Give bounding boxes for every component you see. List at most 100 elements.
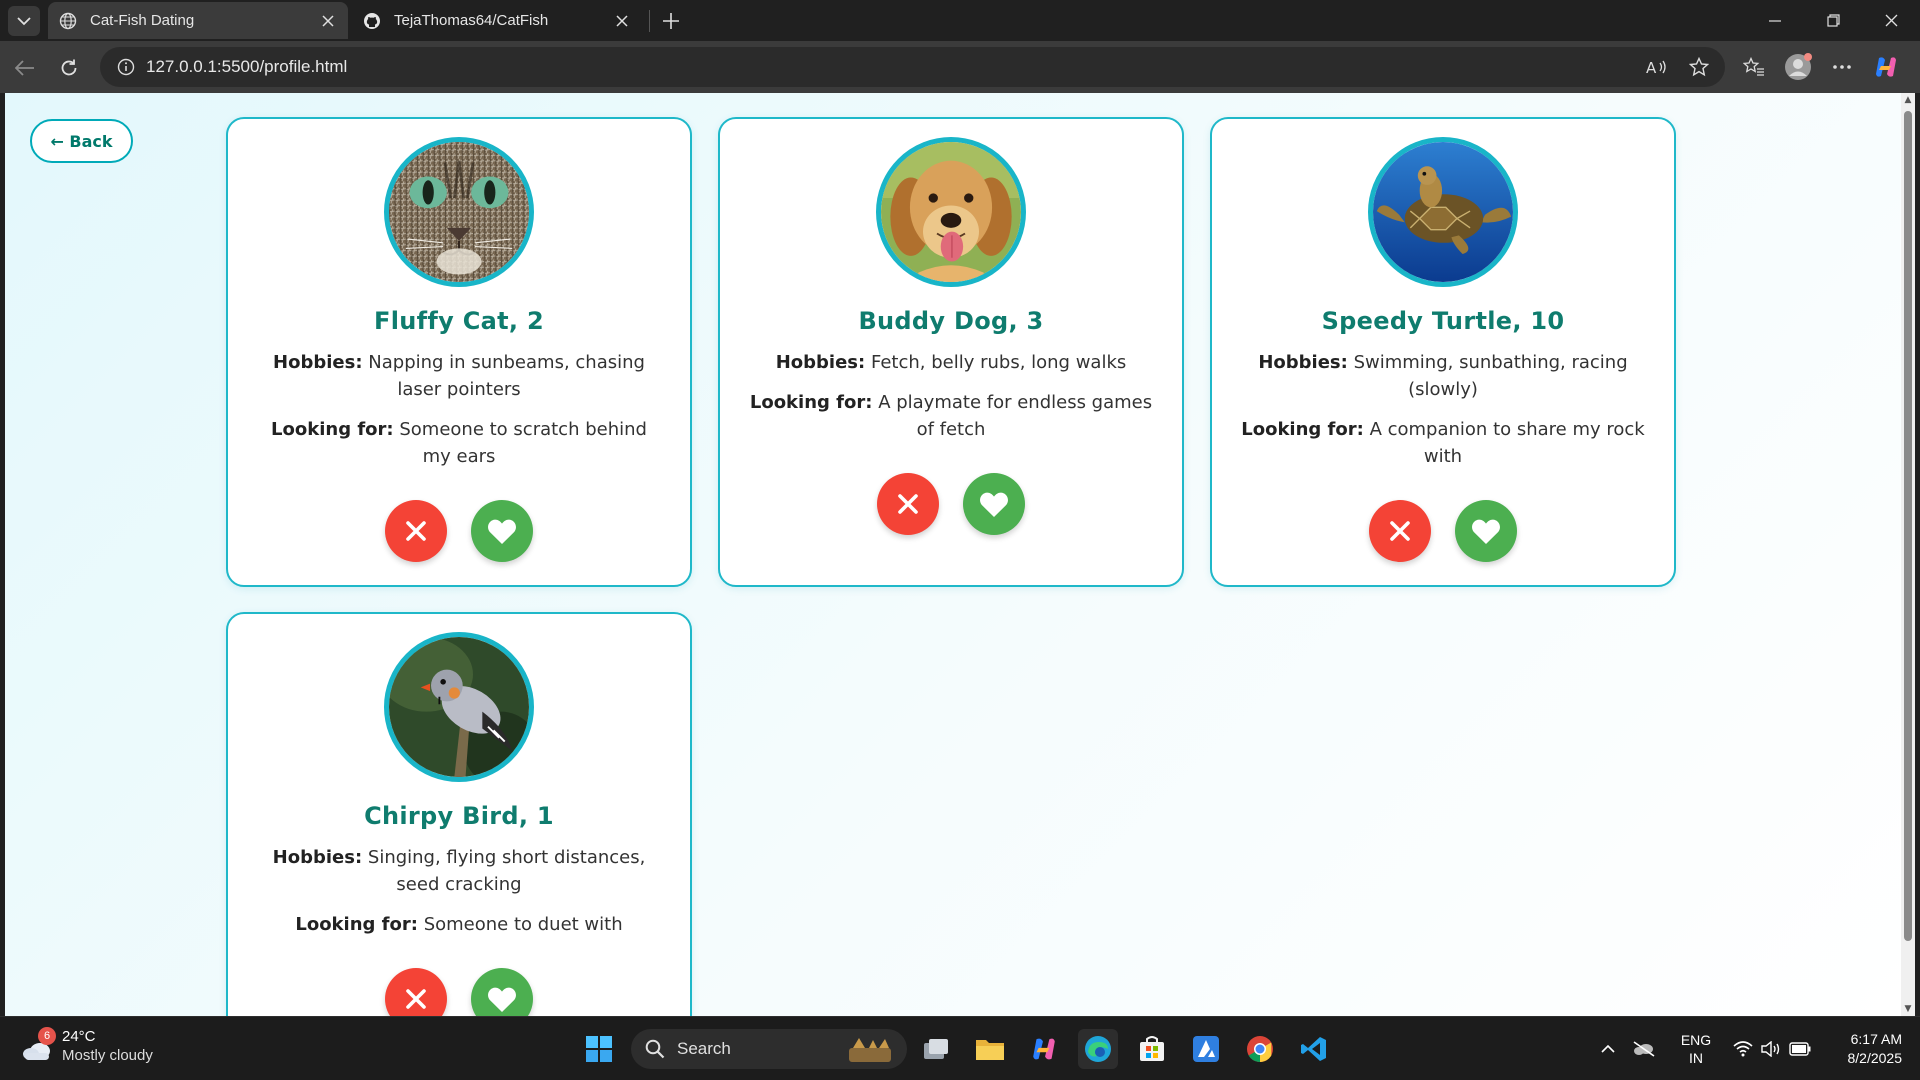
scroll-up-arrow-icon[interactable]: ▲ bbox=[1903, 95, 1913, 105]
folder-icon bbox=[976, 1040, 1004, 1060]
profile-looking-for: Looking for: Someone to duet with bbox=[228, 911, 690, 938]
scrollbar-thumb[interactable] bbox=[1904, 111, 1912, 941]
like-button[interactable] bbox=[471, 968, 533, 1016]
profile-name: Fluffy Cat, 2 bbox=[374, 307, 544, 335]
volume-icon bbox=[1761, 1041, 1780, 1057]
profile-card: Fluffy Cat, 2 Hobbies: Napping in sunbea… bbox=[226, 117, 692, 587]
tab-actions-menu-button[interactable] bbox=[8, 6, 40, 36]
profile-actions bbox=[720, 473, 1182, 535]
azure-app-button[interactable] bbox=[1186, 1029, 1226, 1069]
back-navigation-button[interactable] bbox=[8, 51, 42, 85]
windows-taskbar: 6 24°C Mostly cloudy Search ENG IN 6:17 … bbox=[0, 1016, 1920, 1080]
store-icon bbox=[1140, 1036, 1164, 1061]
copilot-icon[interactable] bbox=[1870, 51, 1902, 83]
heart-icon bbox=[488, 519, 516, 544]
looking-for-text: A playmate for endless games of fetch bbox=[878, 392, 1153, 440]
svg-text:A: A bbox=[1646, 59, 1657, 76]
refresh-button[interactable] bbox=[52, 51, 86, 85]
profile-actions bbox=[228, 500, 690, 562]
weather-badge: 6 bbox=[38, 1027, 56, 1045]
profile-card: Speedy Turtle, 10 Hobbies: Swimming, sun… bbox=[1210, 117, 1676, 587]
chrome-icon bbox=[1247, 1036, 1273, 1063]
looking-for-text: Someone to duet with bbox=[423, 914, 623, 935]
heart-icon bbox=[1472, 519, 1500, 544]
search-icon bbox=[645, 1039, 665, 1059]
profile-card: Buddy Dog, 3 Hobbies: Fetch, belly rubs,… bbox=[718, 117, 1184, 587]
profile-looking-for: Looking for: A companion to share my roc… bbox=[1212, 416, 1674, 470]
chrome-button[interactable] bbox=[1240, 1029, 1280, 1069]
reject-button[interactable] bbox=[385, 968, 447, 1016]
close-icon bbox=[898, 494, 918, 514]
profile-actions bbox=[1212, 500, 1674, 562]
windows-logo-icon bbox=[586, 1036, 612, 1062]
tab-title: TejaThomas64/CatFish bbox=[394, 12, 549, 29]
restore-button[interactable] bbox=[1804, 0, 1862, 41]
show-hidden-icons-button[interactable] bbox=[1594, 1029, 1622, 1069]
restore-icon bbox=[1826, 14, 1840, 27]
cat-photo bbox=[384, 137, 534, 287]
reject-button[interactable] bbox=[385, 500, 447, 562]
new-tab-button[interactable] bbox=[656, 6, 686, 36]
microsoft-store-button[interactable] bbox=[1132, 1029, 1172, 1069]
heart-icon bbox=[980, 492, 1008, 517]
favorites-icon[interactable] bbox=[1738, 51, 1770, 83]
task-view-button[interactable] bbox=[916, 1029, 956, 1069]
vscode-icon bbox=[1301, 1037, 1326, 1061]
like-button[interactable] bbox=[1455, 500, 1517, 562]
search-highlight-icon bbox=[849, 1038, 891, 1062]
turtle-photo bbox=[1368, 137, 1518, 287]
looking-for-text: A companion to share my rock with bbox=[1369, 419, 1645, 467]
vertical-scrollbar[interactable]: ▲ ▼ bbox=[1901, 93, 1915, 1016]
close-icon bbox=[406, 521, 426, 541]
weather-condition: Mostly cloudy bbox=[62, 1047, 153, 1064]
clock-date: 8/2/2025 bbox=[1847, 1050, 1903, 1066]
clock[interactable]: 6:17 AM 8/2/2025 bbox=[1816, 1029, 1912, 1069]
battery-icon bbox=[1789, 1042, 1811, 1056]
copilot-app-button[interactable] bbox=[1024, 1029, 1064, 1069]
tab-github-catfish[interactable]: TejaThomas64/CatFish bbox=[352, 2, 642, 39]
weather-widget[interactable]: 6 24°C Mostly cloudy bbox=[20, 1027, 153, 1065]
profile-hobbies: Hobbies: Napping in sunbeams, chasing la… bbox=[228, 349, 690, 403]
like-button[interactable] bbox=[471, 500, 533, 562]
globe-icon bbox=[58, 11, 78, 31]
reject-button[interactable] bbox=[877, 473, 939, 535]
hobbies-text: Napping in sunbeams, chasing laser point… bbox=[368, 352, 645, 400]
minimize-icon bbox=[1769, 19, 1781, 22]
cloud-sync-tray[interactable] bbox=[1630, 1029, 1658, 1069]
tab-separator bbox=[649, 10, 650, 32]
back-button[interactable]: ← Back bbox=[30, 119, 133, 163]
address-bar[interactable]: 127.0.0.1:5500/profile.html A bbox=[100, 47, 1725, 87]
hobbies-text: Fetch, belly rubs, long walks bbox=[870, 352, 1127, 373]
taskbar-search[interactable]: Search bbox=[631, 1029, 907, 1069]
more-options-icon[interactable] bbox=[1826, 51, 1858, 83]
profile-name: Speedy Turtle, 10 bbox=[1321, 307, 1565, 335]
scroll-down-arrow-icon[interactable]: ▼ bbox=[1903, 1004, 1913, 1014]
close-tab-icon[interactable] bbox=[314, 7, 342, 35]
heart-icon bbox=[488, 987, 516, 1012]
arrow-left-icon bbox=[15, 60, 34, 76]
browser-toolbar: 127.0.0.1:5500/profile.html A bbox=[0, 41, 1920, 93]
clock-time: 6:17 AM bbox=[1850, 1031, 1902, 1047]
reject-button[interactable] bbox=[1369, 500, 1431, 562]
close-tab-icon[interactable] bbox=[608, 7, 636, 35]
info-icon[interactable] bbox=[106, 58, 146, 76]
language-indicator[interactable]: ENG IN bbox=[1668, 1029, 1724, 1069]
file-explorer-button[interactable] bbox=[970, 1029, 1010, 1069]
weather-temp: 24°C bbox=[62, 1028, 96, 1045]
vscode-button[interactable] bbox=[1294, 1029, 1334, 1069]
profile-avatar-icon[interactable] bbox=[1782, 51, 1814, 83]
profile-card: Chirpy Bird, 1 Hobbies: Singing, flying … bbox=[226, 612, 692, 1016]
chevron-down-icon bbox=[17, 17, 31, 26]
azure-icon bbox=[1193, 1036, 1219, 1062]
tab-cat-fish-dating[interactable]: Cat-Fish Dating bbox=[48, 2, 348, 39]
edge-browser-button[interactable] bbox=[1078, 1029, 1118, 1069]
favorite-star-icon[interactable] bbox=[1683, 51, 1715, 83]
read-aloud-icon[interactable]: A bbox=[1641, 51, 1673, 83]
looking-for-label: Looking for: bbox=[749, 392, 873, 413]
minimize-button[interactable] bbox=[1746, 0, 1804, 41]
quick-settings-tray[interactable] bbox=[1732, 1029, 1812, 1069]
close-window-button[interactable] bbox=[1862, 0, 1920, 41]
hobbies-text: Swimming, sunbathing, racing (slowly) bbox=[1353, 352, 1628, 400]
start-button[interactable] bbox=[579, 1029, 619, 1069]
like-button[interactable] bbox=[963, 473, 1025, 535]
